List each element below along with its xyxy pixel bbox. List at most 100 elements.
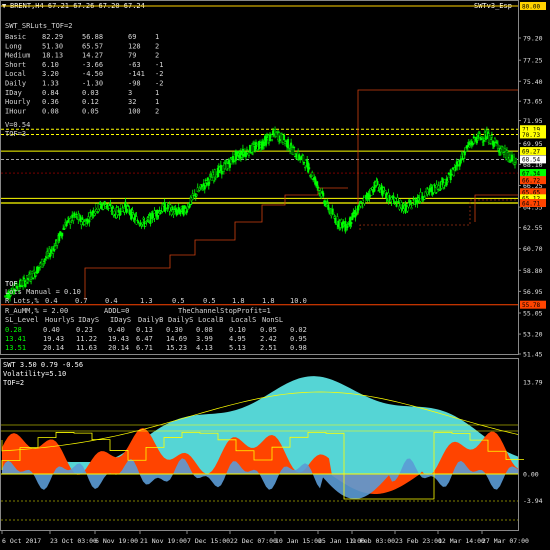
candle-body [149,213,152,224]
candle-body [38,267,41,269]
info-cell: 82.29 [42,33,63,41]
info-cell: 56.88 [82,33,103,41]
candle-body [283,134,286,141]
candle-body [326,200,329,202]
info-cell: 100 [128,107,141,115]
candle-body [407,203,410,208]
sl-cell: 19.43 [43,335,64,343]
candle-body [133,216,136,221]
candle-body [81,217,84,220]
candle-body [228,163,231,168]
r-lots-value: 0.4 [105,297,118,305]
sl-cell: 11.63 [76,344,97,352]
candle-body [32,277,35,280]
candle-body [334,217,337,224]
candle-body [317,186,320,189]
candle-body [58,234,61,242]
info-cell: Local [5,70,26,78]
candle-body [502,152,505,155]
time-label: 9 Feb 03:00 [352,537,395,545]
candle-body [183,205,186,208]
info-cell: 1 [155,33,159,41]
info-cell: 2 [155,42,159,50]
candle-body [171,206,174,211]
sub-axis-label: 0.00 [523,471,539,479]
candle-body [492,142,495,147]
candle-body [72,217,75,221]
candle-body [209,174,212,176]
candle-body [258,141,261,144]
candle-body [513,162,516,165]
candle-body [327,204,330,210]
candle-body [345,229,348,231]
candle-body [456,164,459,167]
price-label: 53.20 [523,331,543,339]
candle-body [41,258,44,268]
time-label: 10 Jan 15:00 [275,537,322,545]
candle-body [103,201,106,203]
sl-cell: 0.95 [290,335,307,343]
candle-body [361,206,364,208]
candle-body [141,221,144,225]
candle-body [145,220,148,223]
candle-body [340,219,343,223]
candle-body [140,225,143,227]
sub-volatility: Volatility=5.10 [3,370,66,378]
trading-chart[interactable]: ▼ BRENT,H4 67.21 67.26 67.20 67.24 SWTv3… [0,0,550,550]
candle-body [20,280,23,286]
candle-body [410,207,413,210]
candle-body [207,182,210,186]
sl-cell: 13.41 [5,335,26,343]
sub-title: SWT 3.50 0.79 -0.56 [3,361,83,369]
candle-body [49,253,52,258]
candle-body [394,198,397,202]
price-label: 79.20 [523,35,543,43]
sl-cell: 11.22 [76,335,97,343]
candle-body [102,205,105,210]
candle-body [137,221,140,224]
candle-body [482,139,485,142]
candle-body [433,185,436,187]
candle-body [86,218,89,225]
price-label: 71.95 [523,117,543,125]
candle-body [322,192,325,197]
candle-body [396,197,399,202]
candle-body [501,146,504,153]
candle-body [344,221,347,232]
candle-body [472,136,475,139]
candle-body [128,209,131,214]
info-cell: 0.08 [42,107,59,115]
candle-body [153,210,156,219]
info-cell: 3.20 [42,70,59,78]
candle-body [489,139,492,144]
candle-body [201,189,204,191]
info-cell: 0.03 [82,89,99,97]
info-cell: 2 [155,107,159,115]
candle-body [316,181,319,187]
info-cell: -3.66 [82,61,103,69]
candle-body [152,218,155,220]
price-label: 73.65 [523,98,543,106]
candle-body [490,135,493,138]
candle-body [303,162,306,164]
candle-body [157,213,160,216]
candle-body [271,139,274,141]
info-cell: 18.13 [42,52,63,60]
candle-body [447,172,450,175]
sl-cell: 19.43 [108,335,129,343]
candle-body [191,193,194,200]
candle-body [248,145,251,153]
info-cell: 128 [128,42,141,50]
price-label: 62.55 [523,224,543,232]
info-cell: -1.30 [82,80,103,88]
candle-body [311,172,314,176]
info-cell: -1 [155,61,163,69]
candle-body [109,203,112,206]
candle-body [466,145,469,148]
sl-header: LocalB [198,316,223,324]
price-tag-text: 68.54 [522,157,540,164]
info-cell: 1 [155,98,159,106]
lots-manual: Lots Manual = 0.10 [5,288,81,296]
candle-body [244,151,247,158]
candle-body [61,232,64,237]
